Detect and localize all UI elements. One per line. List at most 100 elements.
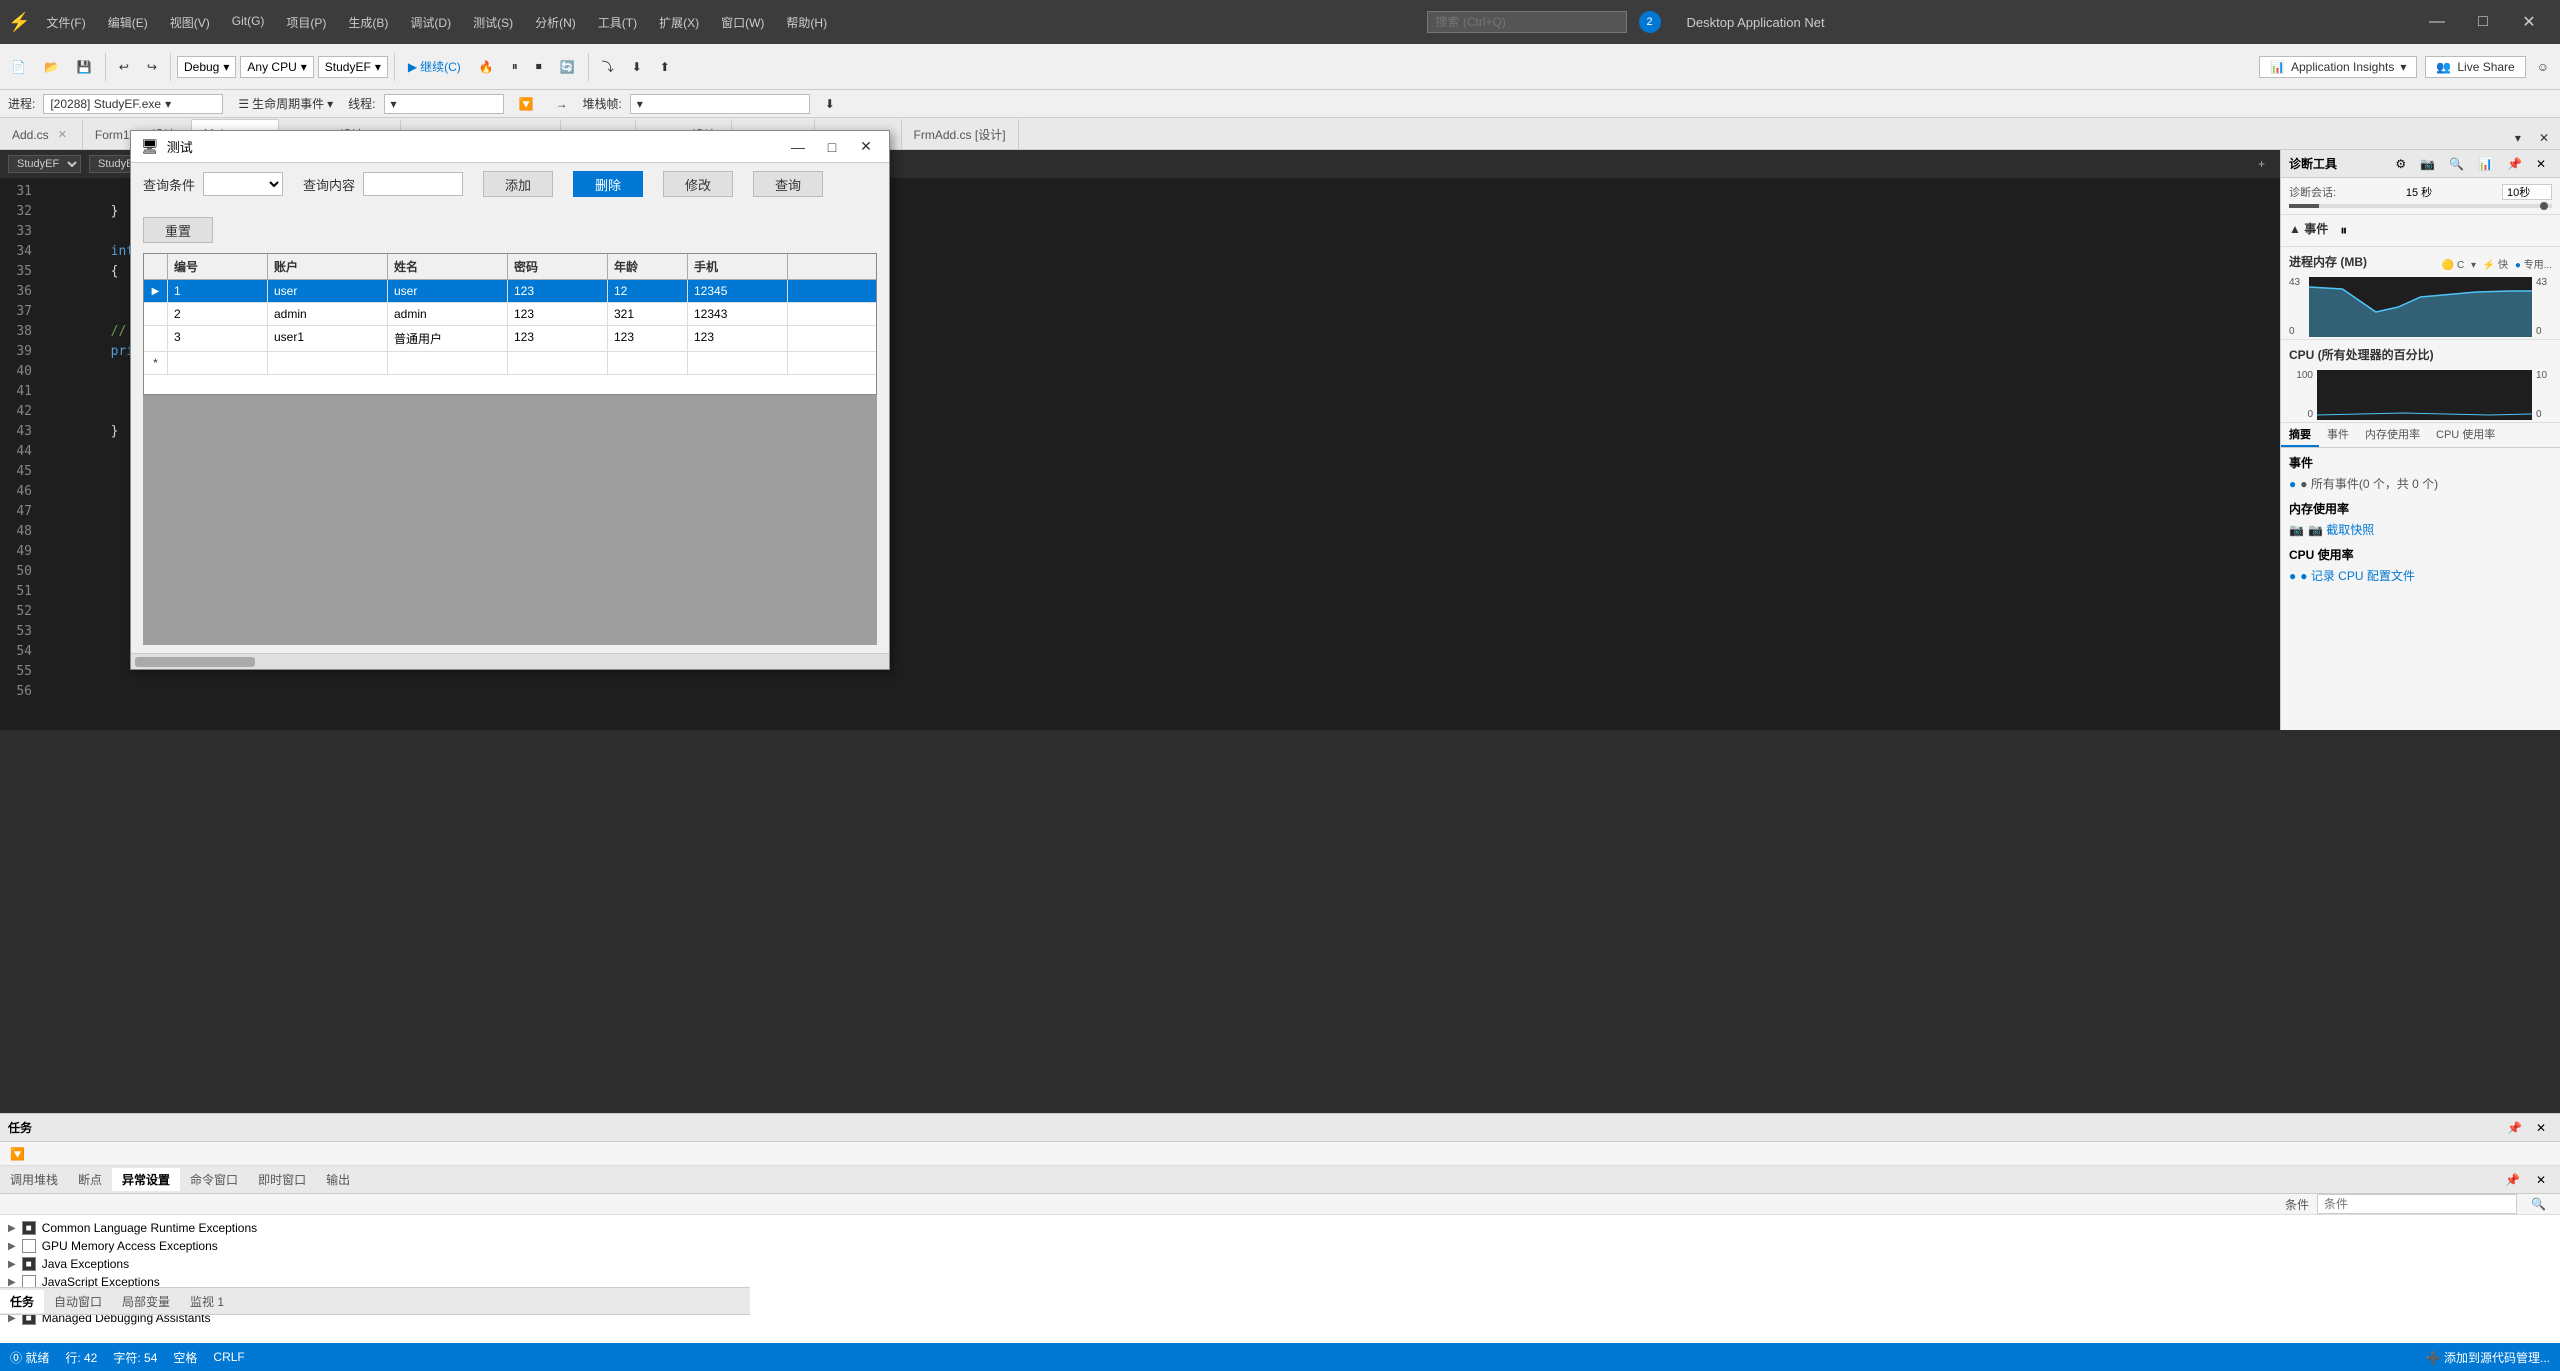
tab-locals[interactable]: 局部变量 bbox=[112, 1290, 180, 1313]
tab-output[interactable]: 输出 bbox=[316, 1168, 360, 1191]
dialog-scrollbar[interactable] bbox=[131, 653, 889, 669]
session-input[interactable] bbox=[2502, 184, 2552, 200]
row1-id[interactable]: 1 bbox=[168, 280, 268, 302]
thread-selector[interactable]: ▾ bbox=[384, 94, 504, 114]
bottom-panel-pin[interactable]: 📌 bbox=[2499, 1170, 2526, 1190]
row3-password[interactable]: 123 bbox=[508, 326, 608, 351]
row1-account[interactable]: user bbox=[268, 280, 388, 302]
row1-phone[interactable]: 12345 bbox=[688, 280, 788, 302]
grid-new-row[interactable]: * bbox=[144, 352, 876, 375]
grid-row-2[interactable]: 2 admin admin 123 321 12343 bbox=[144, 303, 876, 326]
add-to-source-control[interactable]: ➕ 添加到源代码管理... bbox=[2426, 1349, 2550, 1366]
diag-settings-button[interactable]: ⚙ bbox=[2389, 154, 2412, 174]
open-button[interactable]: 📂 bbox=[37, 56, 66, 78]
new-cell4[interactable] bbox=[508, 352, 608, 374]
menu-view[interactable]: 视图(V) bbox=[160, 10, 220, 35]
row1-age[interactable]: 12 bbox=[608, 280, 688, 302]
edit-button[interactable]: 修改 bbox=[663, 171, 733, 197]
diag-tab-memory[interactable]: 内存使用率 bbox=[2357, 423, 2428, 447]
tab-tasks[interactable]: 任务 bbox=[0, 1290, 44, 1313]
tab-add-cs-close[interactable]: ✕ bbox=[55, 127, 70, 142]
row2-id[interactable]: 2 bbox=[168, 303, 268, 325]
tab-watch1[interactable]: 监视 1 bbox=[180, 1290, 234, 1313]
tab-close-all-button[interactable]: ✕ bbox=[2532, 127, 2556, 149]
task-filter-button[interactable]: 🔽 bbox=[4, 1144, 31, 1164]
exception-java[interactable]: ▶ ■ Java Exceptions bbox=[0, 1255, 2560, 1273]
data-grid[interactable]: 编号 账户 姓名 密码 年龄 手机 ▶ 1 user user 123 12 1… bbox=[143, 253, 877, 395]
exception-clr[interactable]: ▶ ■ Common Language Runtime Exceptions bbox=[0, 1219, 2560, 1237]
delete-button[interactable]: 删除 bbox=[573, 171, 643, 197]
stack-selector[interactable]: ▾ bbox=[630, 94, 810, 114]
event-pause-button[interactable]: ⏸ bbox=[2334, 219, 2353, 242]
menu-debug[interactable]: 调试(D) bbox=[400, 10, 461, 35]
diag-tab-summary[interactable]: 摘要 bbox=[2281, 423, 2319, 447]
step-over-button[interactable]: ⤵ bbox=[595, 54, 621, 79]
check-gpu[interactable] bbox=[22, 1239, 36, 1253]
record-cpu-button[interactable]: ● ● 记录 CPU 配置文件 bbox=[2289, 567, 2415, 584]
menu-file[interactable]: 文件(F) bbox=[36, 10, 95, 35]
tab-list-button[interactable]: ▾ bbox=[2508, 127, 2528, 149]
tab-add-cs[interactable]: Add.cs ✕ bbox=[0, 119, 83, 149]
cpu-dropdown[interactable]: Any CPU▾ bbox=[240, 56, 313, 78]
stop-button[interactable]: ⏹ bbox=[529, 55, 549, 78]
menu-project[interactable]: 项目(P) bbox=[276, 10, 336, 35]
hot-reload-button[interactable]: 🔥 bbox=[472, 56, 501, 78]
menu-window[interactable]: 窗口(W) bbox=[711, 10, 774, 35]
tab-command[interactable]: 命令窗口 bbox=[180, 1168, 248, 1191]
check-java[interactable]: ■ bbox=[22, 1257, 36, 1271]
dialog-minimize[interactable]: — bbox=[785, 136, 811, 158]
tab-frmadd-design[interactable]: FrmAdd.cs [设计] bbox=[902, 119, 1019, 149]
tab-breakpoints[interactable]: 断点 bbox=[68, 1168, 112, 1191]
diag-tab-cpu[interactable]: CPU 使用率 bbox=[2428, 423, 2503, 447]
diag-camera-button[interactable]: 📷 bbox=[2414, 154, 2441, 174]
menu-build[interactable]: 生成(B) bbox=[338, 10, 398, 35]
new-file-button[interactable]: 📄 bbox=[4, 56, 33, 78]
step-into-button[interactable]: ⬇ bbox=[625, 56, 649, 78]
diag-close-button[interactable]: ✕ bbox=[2530, 154, 2552, 174]
project-selector[interactable]: StudyEF bbox=[8, 155, 81, 173]
dialog-close[interactable]: ✕ bbox=[853, 136, 879, 158]
dialog-maximize[interactable]: □ bbox=[819, 136, 845, 158]
global-search[interactable] bbox=[1427, 11, 1627, 33]
row3-account[interactable]: user1 bbox=[268, 326, 388, 351]
row1-name[interactable]: user bbox=[388, 280, 508, 302]
new-cell[interactable] bbox=[168, 352, 268, 374]
live-share-button[interactable]: 👥 Live Share bbox=[2425, 56, 2525, 78]
save-button[interactable]: 💾 bbox=[70, 56, 99, 78]
row3-age[interactable]: 123 bbox=[608, 326, 688, 351]
row2-age[interactable]: 321 bbox=[608, 303, 688, 325]
diag-pin-button[interactable]: 📌 bbox=[2501, 154, 2528, 174]
process-selector[interactable]: [20288] StudyEF.exe ▾ bbox=[43, 94, 223, 114]
row2-password[interactable]: 123 bbox=[508, 303, 608, 325]
menu-git[interactable]: Git(G) bbox=[222, 10, 275, 35]
run-continue-button[interactable]: ▶ 继续(C) bbox=[401, 54, 468, 79]
snapshot-button[interactable]: 📷 📷 截取快照 bbox=[2289, 521, 2374, 538]
row3-id[interactable]: 3 bbox=[168, 326, 268, 351]
restart-button[interactable]: 🔄 bbox=[553, 56, 582, 78]
tab-immediate[interactable]: 即时窗口 bbox=[248, 1168, 316, 1191]
new-cell3[interactable] bbox=[388, 352, 508, 374]
exception-gpu[interactable]: ▶ GPU Memory Access Exceptions bbox=[0, 1237, 2560, 1255]
check-clr[interactable]: ■ bbox=[22, 1221, 36, 1235]
grid-row-1[interactable]: ▶ 1 user user 123 12 12345 bbox=[144, 280, 876, 303]
project-dropdown[interactable]: StudyEF▾ bbox=[318, 56, 388, 78]
reset-button[interactable]: 重置 bbox=[143, 217, 213, 243]
diag-chart-button[interactable]: 📊 bbox=[2472, 154, 2499, 174]
menu-extensions[interactable]: 扩展(X) bbox=[649, 10, 709, 35]
redo-button[interactable]: ↪ bbox=[140, 56, 164, 78]
minimize-button[interactable]: — bbox=[2414, 0, 2460, 44]
add-button[interactable]: 添加 bbox=[483, 171, 553, 197]
menu-help[interactable]: 帮助(H) bbox=[776, 10, 837, 35]
step-out-button[interactable]: ⬆ bbox=[653, 56, 677, 78]
new-cell5[interactable] bbox=[608, 352, 688, 374]
feedback-button[interactable]: ☺ bbox=[2530, 56, 2556, 78]
menu-test[interactable]: 测试(S) bbox=[463, 10, 523, 35]
new-cell6[interactable] bbox=[688, 352, 788, 374]
tab-auto-window[interactable]: 自动窗口 bbox=[44, 1290, 112, 1313]
bottom-panel-close[interactable]: ✕ bbox=[2530, 1170, 2552, 1190]
row3-name[interactable]: 普通用户 bbox=[388, 326, 508, 351]
close-button[interactable]: ✕ bbox=[2506, 0, 2552, 44]
goto-button[interactable]: → bbox=[548, 93, 574, 115]
row2-name[interactable]: admin bbox=[388, 303, 508, 325]
menu-edit[interactable]: 编辑(E) bbox=[98, 10, 158, 35]
